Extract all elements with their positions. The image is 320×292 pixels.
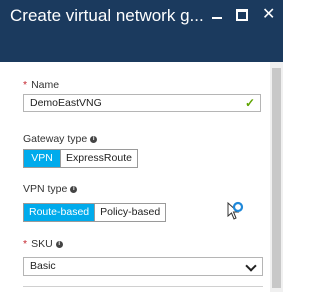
required-marker: * [23,238,28,250]
window-title: Create virtual network g... [10,6,204,25]
sku-select[interactable]: Basic [23,257,263,276]
info-icon[interactable]: i [70,185,78,193]
gateway-type-label: Gateway type i [23,133,98,145]
vpn-type-option-route-based[interactable]: Route-based [24,204,95,221]
close-icon[interactable]: ✕ [262,6,275,24]
divider [23,286,263,287]
scroll-thumb[interactable] [272,68,281,288]
maximize-icon[interactable] [236,6,248,24]
vpn-type-label: VPN type i [23,183,78,195]
scrollbar[interactable] [270,62,283,292]
cursor-icon [227,201,244,220]
name-label: * Name [23,79,60,91]
info-icon[interactable]: i [90,135,98,143]
minimize-icon[interactable] [212,6,222,24]
title-bar: Create virtual network g... ✕ [0,0,283,62]
info-icon[interactable]: i [55,240,63,248]
vpn-type-option-policy-based[interactable]: Policy-based [94,204,166,221]
name-value: DemoEastVNG [30,97,102,109]
check-icon: ✓ [244,96,255,110]
chevron-down-icon [245,260,257,272]
sku-label: * SKU i [23,238,63,250]
vpn-type-toggle: Route-based Policy-based [23,203,167,222]
gateway-type-option-vpn[interactable]: VPN [24,150,60,167]
required-marker: * [23,79,28,91]
name-input[interactable]: DemoEastVNG ✓ [23,94,261,112]
gateway-type-option-expressroute[interactable]: ExpressRoute [60,150,137,167]
sku-value: Basic [30,260,56,272]
gateway-type-toggle: VPN ExpressRoute [23,149,138,168]
